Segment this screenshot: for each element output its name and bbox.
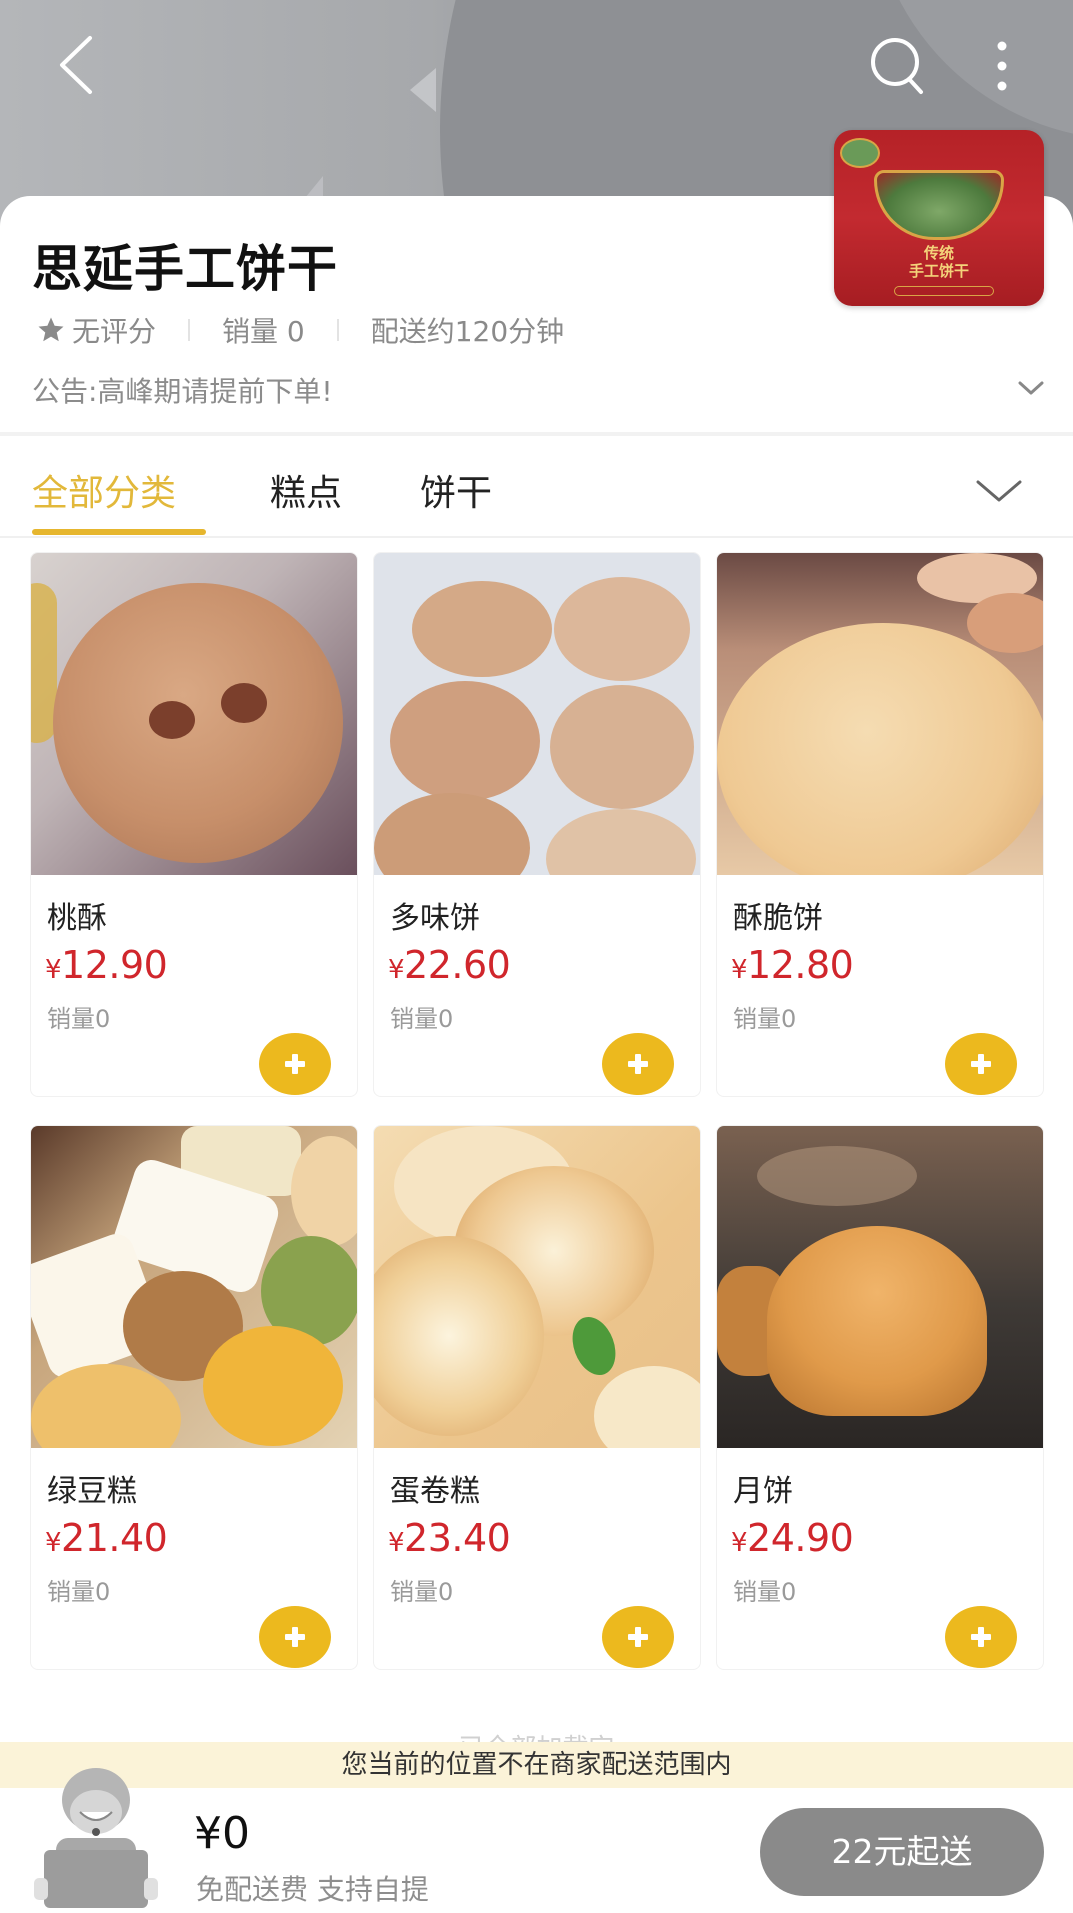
expand-notice-button[interactable]: [1016, 378, 1046, 398]
active-tab-indicator: [32, 529, 206, 535]
add-to-cart-button[interactable]: [945, 1606, 1017, 1668]
product-name: 月饼: [733, 1474, 793, 1509]
chevron-down-icon: [976, 480, 1022, 502]
product-price: ¥24.90: [731, 1516, 854, 1560]
section-divider: [0, 536, 1073, 538]
search-icon: [871, 38, 923, 94]
back-button[interactable]: [52, 30, 102, 100]
product-price: ¥23.40: [388, 1516, 511, 1560]
delivery-courier-icon: [34, 1768, 158, 1908]
product-name: 蛋卷糕: [390, 1474, 480, 1509]
expand-categories-button[interactable]: [974, 476, 1024, 506]
add-to-cart-button[interactable]: [945, 1033, 1017, 1095]
add-to-cart-button[interactable]: [602, 1033, 674, 1095]
product-card[interactable]: 酥脆饼 ¥12.80 销量0: [716, 552, 1044, 1097]
store-sales: 销量 0: [222, 315, 305, 348]
chevron-left-icon: [60, 36, 92, 94]
delivery-time: 配送约120分钟: [370, 315, 565, 348]
product-image: [717, 553, 1043, 875]
product-sales: 销量0: [47, 1578, 111, 1606]
product-card[interactable]: 多味饼 ¥22.60 销量0: [373, 552, 701, 1097]
divider: [336, 319, 339, 341]
more-vertical-icon: [997, 41, 1007, 91]
search-button[interactable]: [866, 34, 930, 98]
courier-cart-icon[interactable]: [26, 1760, 166, 1910]
product-name: 酥脆饼: [733, 901, 823, 936]
logo-decoration: [874, 170, 1004, 240]
logo-decoration: [840, 138, 880, 168]
product-price: ¥21.40: [45, 1516, 168, 1560]
product-price: ¥12.90: [45, 943, 168, 987]
product-sales: 销量0: [390, 1578, 454, 1606]
add-to-cart-button[interactable]: [602, 1606, 674, 1668]
product-card[interactable]: 蛋卷糕 ¥23.40 销量0: [373, 1125, 701, 1670]
product-sales: 销量0: [47, 1005, 111, 1033]
add-to-cart-button[interactable]: [259, 1033, 331, 1095]
tab-biscuits[interactable]: 饼干: [420, 464, 492, 516]
product-sales: 销量0: [733, 1005, 797, 1033]
product-card[interactable]: 桃酥 ¥12.90 销量0: [30, 552, 358, 1097]
product-name: 桃酥: [47, 901, 107, 936]
store-notice[interactable]: 公告:高峰期请提前下单!: [32, 370, 333, 410]
product-sales: 销量0: [390, 1005, 454, 1033]
decorative-triangle: [410, 68, 436, 112]
product-card[interactable]: 绿豆糕 ¥21.40 销量0: [30, 1125, 358, 1670]
logo-decoration: [894, 286, 994, 296]
more-button[interactable]: [982, 36, 1022, 96]
cart-delivery-info: 免配送费 支持自提: [196, 1873, 429, 1906]
product-image: [374, 553, 700, 875]
product-name: 绿豆糕: [47, 1474, 137, 1509]
tab-pastries[interactable]: 糕点: [270, 464, 342, 516]
product-image: [31, 1126, 357, 1448]
logo-text: 手工饼干: [908, 262, 969, 280]
product-price: ¥12.80: [731, 943, 854, 987]
store-logo: 传统 手工饼干: [834, 130, 1044, 306]
minimum-order-button[interactable]: 22元起送: [760, 1808, 1044, 1896]
decorative-triangle: [305, 176, 323, 198]
cart-total: ¥0: [194, 1808, 250, 1859]
store-meta: 无评分 销量 0 配送约120分钟: [36, 310, 564, 350]
product-image: [31, 553, 357, 875]
product-sales: 销量0: [733, 1578, 797, 1606]
product-name: 多味饼: [390, 901, 480, 936]
category-tabs: 全部分类 糕点 饼干: [0, 436, 1073, 536]
product-image: [374, 1126, 700, 1448]
store-rating: 无评分: [72, 315, 157, 348]
product-image: [717, 1126, 1043, 1448]
divider: [188, 319, 191, 341]
tab-all-categories[interactable]: 全部分类: [32, 464, 176, 516]
product-price: ¥22.60: [388, 943, 511, 987]
product-card[interactable]: 月饼 ¥24.90 销量0: [716, 1125, 1044, 1670]
store-name: 思延手工饼干: [32, 240, 338, 298]
chevron-down-icon: [1018, 381, 1044, 395]
add-to-cart-button[interactable]: [259, 1606, 331, 1668]
star-icon: [38, 317, 64, 342]
